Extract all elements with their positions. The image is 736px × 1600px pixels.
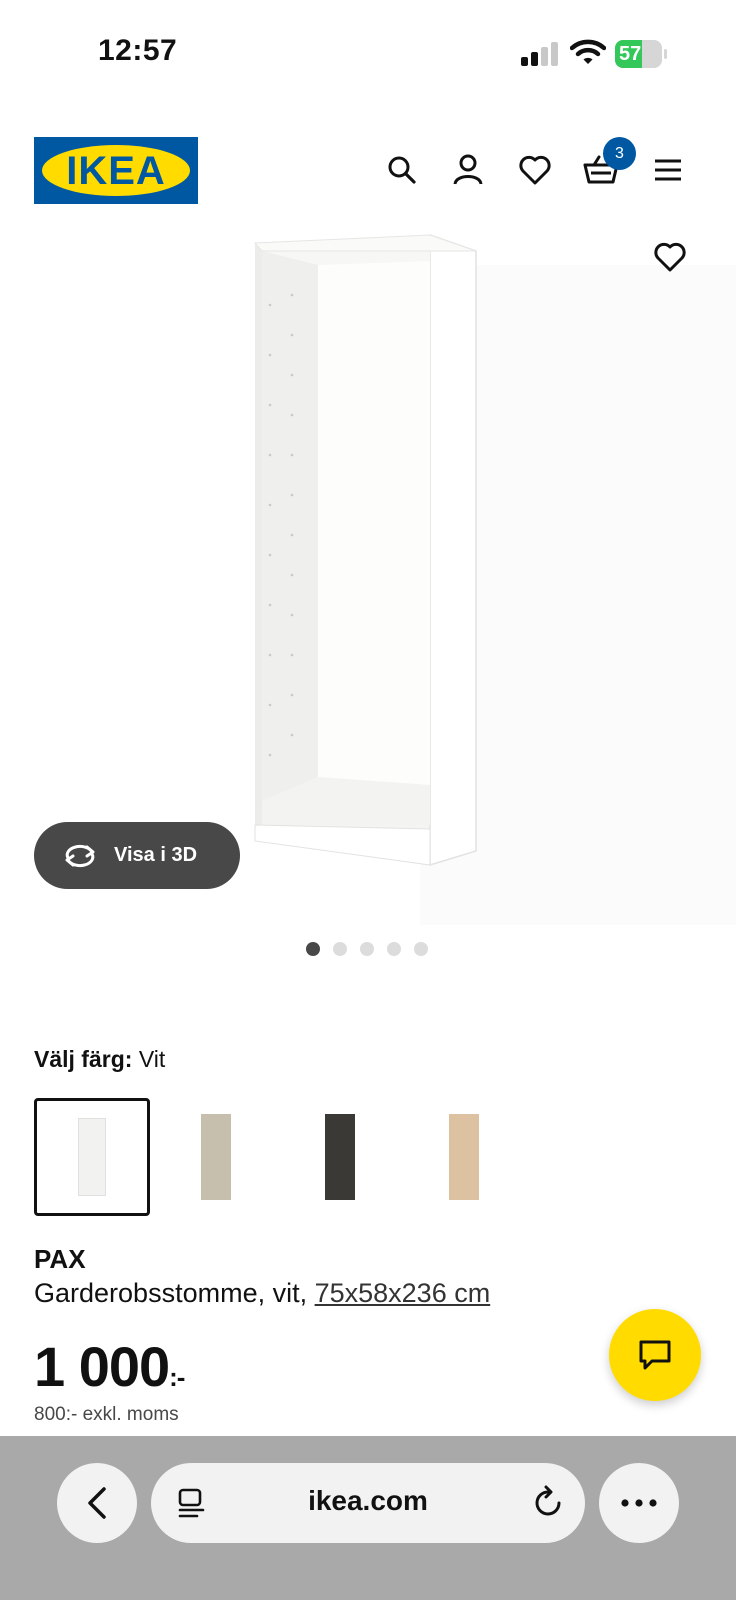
- price-excl-vat: 800:- exkl. moms: [34, 1404, 179, 1425]
- color-selector-label: Välj färg: Vit: [34, 1046, 166, 1072]
- color-swatch-black-brown[interactable]: [282, 1098, 398, 1216]
- url-text: ikea.com: [308, 1485, 428, 1516]
- menu-icon[interactable]: [648, 150, 688, 190]
- search-icon[interactable]: [382, 150, 422, 190]
- status-time: 12:57: [98, 34, 178, 67]
- color-swatch-beige[interactable]: [158, 1098, 274, 1216]
- gallery-pagination: [306, 942, 428, 958]
- cellular-signal-icon: [521, 42, 559, 66]
- ikea-logo[interactable]: IKEA ®: [34, 137, 198, 204]
- color-swatch-white[interactable]: [34, 1098, 150, 1216]
- chat-button[interactable]: [609, 1309, 701, 1401]
- wifi-icon: [569, 38, 607, 66]
- battery-icon: 57: [615, 40, 667, 68]
- product-dimensions-link[interactable]: 75x58x236 cm: [315, 1278, 491, 1308]
- browser-more-button[interactable]: [599, 1463, 679, 1543]
- cart-count-badge: 3: [603, 137, 636, 170]
- color-swatch-oak[interactable]: [406, 1098, 522, 1216]
- product-image-gallery[interactable]: [0, 225, 736, 925]
- gallery-dot[interactable]: [333, 942, 347, 956]
- add-to-favourites-button[interactable]: [648, 235, 692, 279]
- more-options-icon: [621, 1499, 657, 1507]
- view-in-3d-button[interactable]: Visa i 3D: [34, 822, 240, 889]
- user-icon[interactable]: [448, 150, 488, 190]
- heart-icon: [654, 242, 686, 272]
- gallery-dot[interactable]: [414, 942, 428, 956]
- gallery-dot[interactable]: [387, 942, 401, 956]
- gallery-dot[interactable]: [360, 942, 374, 956]
- rotate-3d-icon: [65, 844, 95, 867]
- wardrobe-frame-image: [253, 233, 736, 925]
- logo-text: IKEA: [66, 149, 166, 193]
- wishlist-heart-icon[interactable]: [515, 150, 555, 190]
- status-bar: 12:57 57: [0, 0, 736, 100]
- chevron-left-icon: [88, 1487, 106, 1519]
- product-description: Garderobsstomme, vit, 75x58x236 cm: [34, 1278, 491, 1308]
- gallery-dot[interactable]: [306, 942, 320, 956]
- reload-icon[interactable]: [533, 1485, 565, 1519]
- browser-back-button[interactable]: [57, 1463, 137, 1543]
- battery-level: 57: [619, 43, 642, 65]
- view-in-3d-label: Visa i 3D: [114, 844, 198, 866]
- chat-icon: [639, 1340, 671, 1370]
- product-name: PAX: [34, 1244, 86, 1274]
- selected-color: Vit: [138, 1046, 166, 1072]
- address-bar[interactable]: ikea.com: [151, 1463, 585, 1543]
- product-price: 1 000:-: [34, 1335, 185, 1398]
